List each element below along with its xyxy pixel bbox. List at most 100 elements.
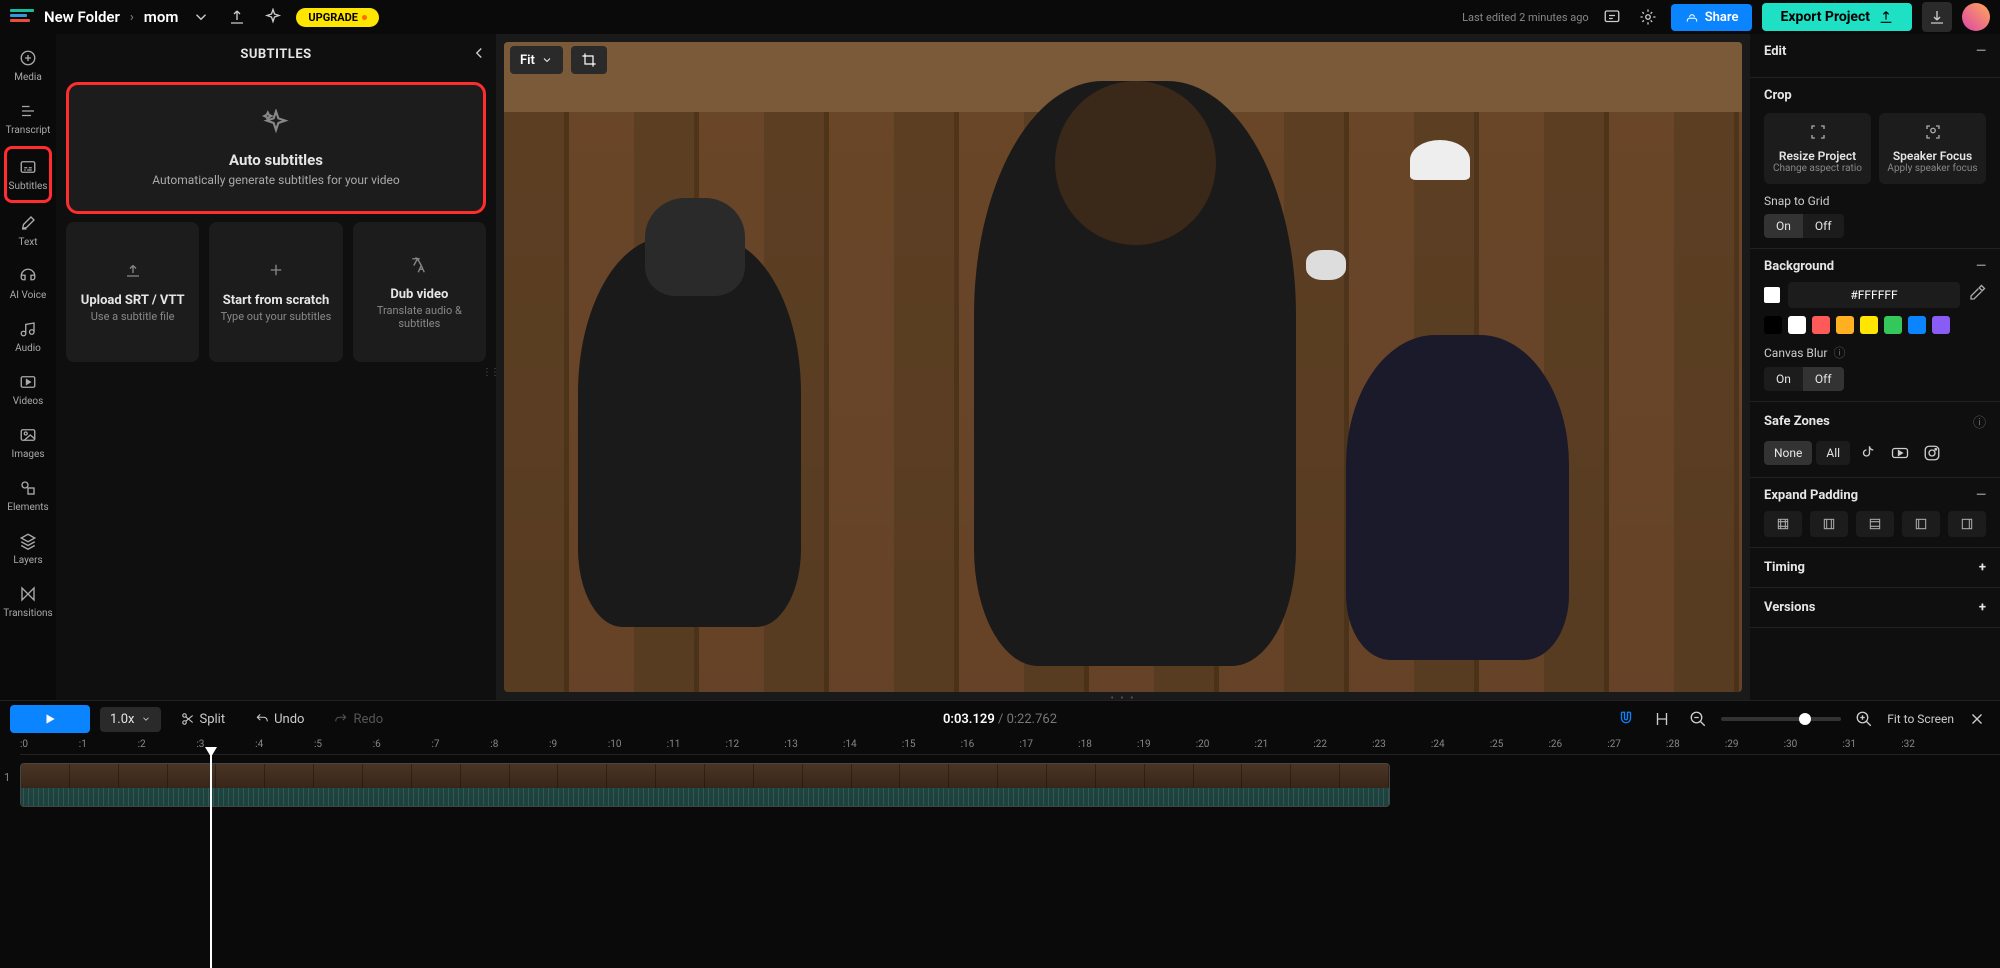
canvas-area: Fit • • • [496, 34, 1750, 700]
rail-text[interactable]: Text [4, 205, 52, 256]
split-button[interactable]: Split [171, 707, 236, 732]
collapse-icon[interactable]: — [1976, 488, 1986, 503]
sparkle-icon[interactable] [260, 4, 286, 30]
collapse-panel-icon[interactable] [470, 44, 488, 66]
background-section-title: Background [1764, 259, 1834, 274]
background-hex-input[interactable] [1788, 282, 1960, 308]
padding-all-button[interactable] [1764, 511, 1802, 537]
video-canvas[interactable] [504, 42, 1742, 692]
start-scratch-card[interactable]: Start from scratch Type out your subtitl… [209, 222, 342, 362]
collapse-icon[interactable]: — [1976, 44, 1986, 59]
ruler-tick: :1 [79, 739, 87, 750]
zoom-out-icon[interactable] [1685, 706, 1711, 732]
padding-tb-button[interactable] [1856, 511, 1894, 537]
edit-section-title: Edit [1764, 44, 1786, 59]
canvas-blur-toggle[interactable]: On Off [1764, 367, 1844, 391]
rail-subtitles[interactable]: Subtitles [4, 146, 52, 203]
color-swatch[interactable] [1836, 316, 1854, 334]
zoom-slider[interactable] [1721, 717, 1841, 721]
app-logo[interactable] [10, 9, 34, 25]
snap-grid-label: Snap to Grid [1764, 194, 1986, 208]
color-swatch[interactable] [1860, 316, 1878, 334]
track-number: 1 [4, 771, 10, 784]
rail-aivoice[interactable]: AI Voice [4, 258, 52, 309]
auto-subtitles-card[interactable]: Auto subtitles Automatically generate su… [66, 82, 486, 214]
youtube-icon[interactable] [1886, 439, 1914, 467]
close-icon[interactable] [1964, 706, 1990, 732]
rail-audio[interactable]: Audio [4, 311, 52, 362]
versions-section[interactable]: Versions+ [1750, 588, 2000, 628]
dub-video-card[interactable]: Dub video Translate audio & subtitles [353, 222, 486, 362]
download-icon[interactable] [1922, 2, 1952, 32]
speaker-focus-button[interactable]: Speaker Focus Apply speaker focus [1879, 113, 1986, 184]
music-icon [18, 319, 38, 339]
color-swatch[interactable] [1908, 316, 1926, 334]
safe-all-button[interactable]: All [1816, 441, 1850, 465]
snap-grid-toggle[interactable]: On Off [1764, 214, 1844, 238]
play-button[interactable] [10, 705, 90, 733]
upgrade-button[interactable]: UPGRADE [296, 8, 379, 27]
timeline-ruler[interactable]: :0:1:2:3:4:5:6:7:8:9:10:11:12:13:14:15:1… [20, 737, 2000, 755]
rail-media[interactable]: Media [4, 40, 52, 91]
tiktok-icon[interactable] [1854, 439, 1882, 467]
color-swatches [1764, 316, 1986, 334]
timeline-tracks[interactable]: 1 [20, 755, 2000, 968]
playhead[interactable] [210, 755, 212, 968]
ruler-tick: :27 [1607, 739, 1621, 750]
zoom-in-icon[interactable] [1851, 706, 1877, 732]
avatar[interactable] [1962, 3, 1990, 31]
ruler-tick: :9 [549, 739, 557, 750]
upload-srt-card[interactable]: Upload SRT / VTT Use a subtitle file [66, 222, 199, 362]
color-swatch[interactable] [1812, 316, 1830, 334]
gear-icon[interactable] [1635, 4, 1661, 30]
resize-icon [1809, 130, 1827, 145]
ruler-tick: :31 [1842, 739, 1856, 750]
breadcrumb-folder[interactable]: New Folder [44, 8, 120, 26]
ruler-tick: :6 [373, 739, 381, 750]
breadcrumb-project[interactable]: mom [144, 8, 179, 26]
ruler-tick: :5 [314, 739, 322, 750]
eyedropper-icon[interactable] [1968, 284, 1986, 306]
magnet-icon[interactable] [1613, 706, 1639, 732]
chevron-down-icon[interactable] [188, 4, 214, 30]
trim-icon[interactable] [1649, 706, 1675, 732]
last-edited-label: Last edited 2 minutes ago [1462, 11, 1589, 24]
undo-button[interactable]: Undo [245, 707, 314, 732]
rail-transcript[interactable]: Transcript [4, 93, 52, 144]
padding-l-button[interactable] [1902, 511, 1940, 537]
collapse-icon[interactable]: — [1976, 259, 1986, 274]
help-icon[interactable]: ⓘ [1973, 412, 1986, 431]
plus-icon [267, 261, 285, 283]
transcript-icon [18, 101, 38, 121]
padding-r-button[interactable] [1948, 511, 1986, 537]
padding-lr-button[interactable] [1810, 511, 1848, 537]
share-button[interactable]: Share [1671, 4, 1753, 31]
redo-button[interactable]: Redo [324, 707, 393, 732]
ruler-tick: :10 [608, 739, 622, 750]
ruler-tick: :22 [1313, 739, 1327, 750]
instagram-icon[interactable] [1918, 439, 1946, 467]
export-button[interactable]: Export Project [1762, 3, 1912, 31]
playback-speed-button[interactable]: 1.0x [100, 707, 161, 732]
resize-project-button[interactable]: Resize Project Change aspect ratio [1764, 113, 1871, 184]
topbar: New Folder › mom UPGRADE Last edited 2 m… [0, 0, 2000, 34]
rail-transitions[interactable]: Transitions [4, 576, 52, 627]
rail-videos[interactable]: Videos [4, 364, 52, 415]
safe-none-button[interactable]: None [1764, 441, 1812, 465]
color-swatch[interactable] [1764, 316, 1782, 334]
help-icon[interactable]: ⓘ [1833, 344, 1845, 361]
upload-icon[interactable] [224, 4, 250, 30]
comment-icon[interactable] [1599, 4, 1625, 30]
fit-dropdown[interactable]: Fit [510, 46, 563, 74]
color-swatch[interactable] [1788, 316, 1806, 334]
color-swatch[interactable] [1932, 316, 1950, 334]
crop-tool-button[interactable] [571, 46, 607, 74]
rail-elements[interactable]: Elements [4, 470, 52, 521]
color-swatch[interactable] [1884, 316, 1902, 334]
ruler-tick: :17 [1019, 739, 1033, 750]
rail-layers[interactable]: Layers [4, 523, 52, 574]
fit-to-screen-button[interactable]: Fit to Screen [1887, 712, 1954, 726]
rail-images[interactable]: Images [4, 417, 52, 468]
timing-section[interactable]: Timing+ [1750, 548, 2000, 588]
video-clip[interactable] [20, 763, 1390, 807]
